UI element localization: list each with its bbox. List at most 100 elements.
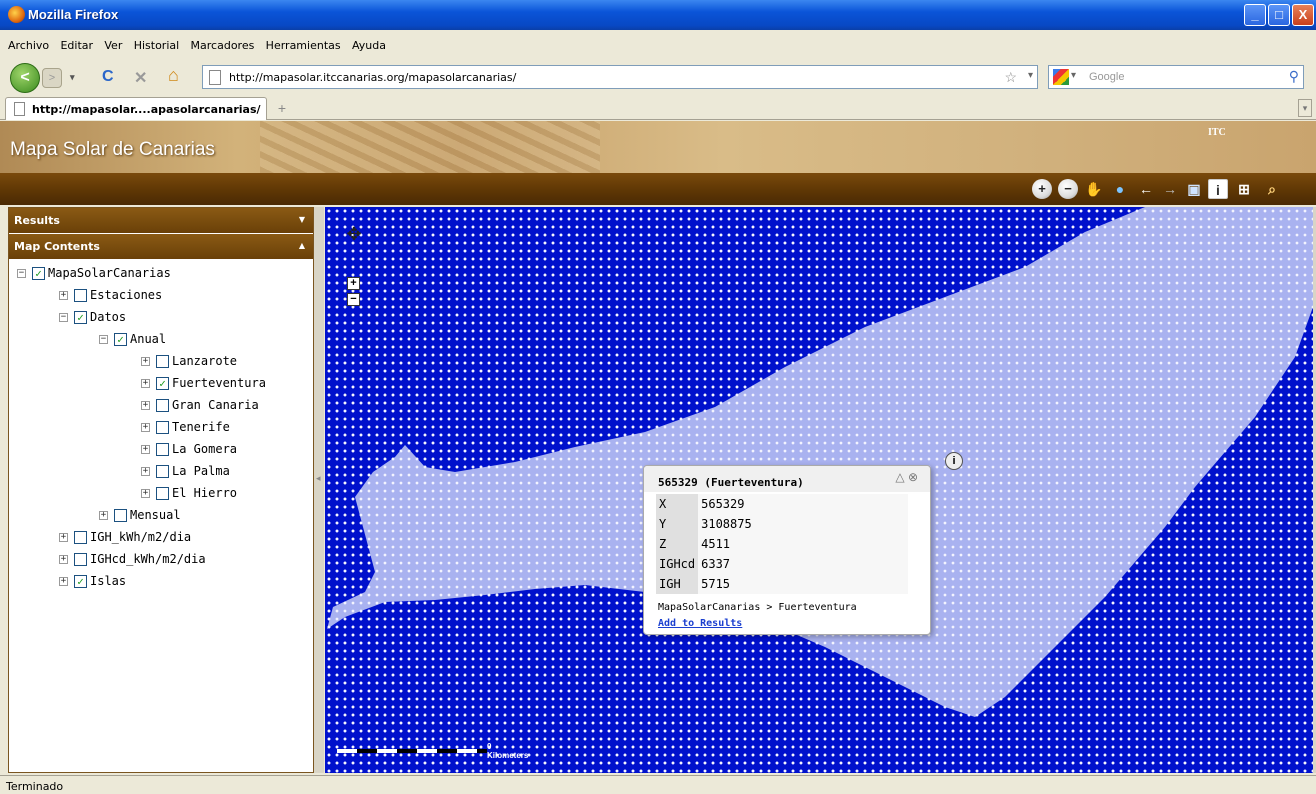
close-button[interactable]: X <box>1292 4 1314 26</box>
expand-node-icon[interactable]: + <box>141 423 150 432</box>
layer-label[interactable]: IGH_kWh/m2/dia <box>90 530 191 544</box>
layer-label[interactable]: Anual <box>130 332 166 346</box>
menu-herramientas[interactable]: Herramientas <box>266 39 341 52</box>
layer-checkbox[interactable]: ✓ <box>114 333 127 346</box>
map-zoom-in-button[interactable]: + <box>347 277 360 290</box>
layer-checkbox[interactable] <box>156 443 169 456</box>
expand-node-icon[interactable]: + <box>59 533 68 542</box>
expand-node-icon[interactable]: + <box>59 555 68 564</box>
map-zoom-out-button[interactable]: − <box>347 293 360 306</box>
menu-historial[interactable]: Historial <box>134 39 179 52</box>
layer-label[interactable]: Tenerife <box>172 420 230 434</box>
back-button[interactable]: < <box>10 63 40 93</box>
menu-ayuda[interactable]: Ayuda <box>352 39 386 52</box>
expand-node-icon[interactable]: + <box>99 511 108 520</box>
forward-button[interactable]: > <box>42 68 62 88</box>
menu-archivo[interactable]: Archivo <box>8 39 49 52</box>
measure-tool-icon[interactable]: ⊞ <box>1234 179 1254 199</box>
url-text[interactable]: http://mapasolar.itccanarias.org/mapasol… <box>229 71 516 84</box>
identify-tool-icon[interactable]: i <box>1208 179 1228 199</box>
search-box[interactable]: ▾ Google ⚲ <box>1048 65 1304 89</box>
splitter-grip-icon[interactable]: ◂ <box>316 473 321 484</box>
results-panel-header[interactable]: Results ▼ <box>9 208 313 233</box>
expand-node-icon[interactable]: + <box>141 467 150 476</box>
bookmark-star-icon[interactable]: ☆ <box>1004 69 1017 86</box>
google-icon[interactable] <box>1053 69 1069 85</box>
add-to-results-link[interactable]: Add to Results <box>658 618 742 629</box>
home-icon[interactable]: ⌂ <box>168 65 179 86</box>
expand-node-icon[interactable]: + <box>141 489 150 498</box>
info-pin-icon[interactable]: i <box>945 452 963 470</box>
zoom-in-tool-icon[interactable]: + <box>1032 179 1052 199</box>
menu-ver[interactable]: Ver <box>104 39 122 52</box>
collapse-node-icon[interactable]: − <box>17 269 26 278</box>
expand-node-icon[interactable]: + <box>59 577 68 586</box>
tab-title[interactable]: http://mapasolar....apasolarcanarias/ <box>32 103 261 116</box>
layer-label[interactable]: Fuerteventura <box>172 376 266 390</box>
search-icon[interactable]: ⚲ <box>1289 68 1299 85</box>
tab-list-button[interactable]: ▾ <box>1298 99 1312 117</box>
expand-node-icon[interactable]: + <box>141 379 150 388</box>
layer-checkbox[interactable]: ✓ <box>74 311 87 324</box>
full-extent-icon[interactable]: ● <box>1110 179 1130 199</box>
map-contents-collapse-icon[interactable]: ▲ <box>299 241 305 250</box>
history-dropdown-icon[interactable]: ▾ <box>70 72 75 83</box>
expand-node-icon[interactable]: + <box>141 357 150 366</box>
layer-checkbox[interactable] <box>114 509 127 522</box>
reload-icon[interactable]: C <box>102 68 114 86</box>
popup-close-icon[interactable]: ⊗ <box>908 470 918 484</box>
stop-icon[interactable]: ✕ <box>134 68 147 88</box>
minimize-button[interactable]: _ <box>1244 4 1266 26</box>
map-view[interactable]: ✥ + − 0 Kilometers i 565329 (Fuerteventu… <box>325 207 1313 773</box>
layer-checkbox[interactable] <box>156 355 169 368</box>
url-bar[interactable]: http://mapasolar.itccanarias.org/mapasol… <box>202 65 1038 89</box>
layer-checkbox[interactable]: ✓ <box>74 575 87 588</box>
layers-icon[interactable]: ▣ <box>1184 179 1204 199</box>
collapse-node-icon[interactable]: − <box>59 313 68 322</box>
popup-collapse-icon[interactable]: △ <box>895 470 904 484</box>
zoom-out-tool-icon[interactable]: − <box>1058 179 1078 199</box>
expand-node-icon[interactable]: + <box>141 445 150 454</box>
menu-editar[interactable]: Editar <box>60 39 93 52</box>
search-placeholder[interactable]: Google <box>1089 71 1124 83</box>
overview-map-icon[interactable]: ⌕ <box>1262 179 1282 199</box>
menu-marcadores[interactable]: Marcadores <box>191 39 255 52</box>
layer-label[interactable]: La Palma <box>172 464 230 478</box>
maximize-button[interactable]: □ <box>1268 4 1290 26</box>
layer-checkbox[interactable]: ✓ <box>32 267 45 280</box>
pan-tool-icon[interactable]: ✋ <box>1084 179 1104 199</box>
tab-active[interactable]: http://mapasolar....apasolarcanarias/ <box>5 97 267 120</box>
layer-checkbox[interactable]: ✓ <box>156 377 169 390</box>
layer-label[interactable]: Islas <box>90 574 126 588</box>
new-tab-button[interactable]: + <box>272 100 292 118</box>
compass-rose-icon[interactable]: ✥ <box>343 223 365 245</box>
next-extent-icon[interactable]: → <box>1160 179 1180 199</box>
results-collapse-icon[interactable]: ▼ <box>299 215 305 224</box>
previous-extent-icon[interactable]: ← <box>1136 179 1156 199</box>
layer-checkbox[interactable] <box>74 289 87 302</box>
expand-node-icon[interactable]: + <box>59 291 68 300</box>
layer-label[interactable]: Gran Canaria <box>172 398 259 412</box>
url-dropdown-icon[interactable]: ▾ <box>1028 70 1033 81</box>
collapse-node-icon[interactable]: − <box>99 335 108 344</box>
layer-label[interactable]: Estaciones <box>90 288 162 302</box>
map-contents-header[interactable]: Map Contents ▲ <box>9 234 313 259</box>
layer-checkbox[interactable] <box>156 399 169 412</box>
layer-label[interactable]: Lanzarote <box>172 354 237 368</box>
expand-node-icon[interactable]: + <box>141 401 150 410</box>
layer-checkbox[interactable] <box>74 553 87 566</box>
layer-label[interactable]: El Hierro <box>172 486 237 500</box>
layer-checkbox[interactable] <box>156 421 169 434</box>
layer-label[interactable]: Datos <box>90 310 126 324</box>
layer-label[interactable]: IGHcd_kWh/m2/dia <box>90 552 206 566</box>
layer-label[interactable]: MapaSolarCanarias <box>48 266 171 280</box>
tab-bar: http://mapasolar....apasolarcanarias/ + … <box>0 96 1316 120</box>
layer-label[interactable]: Mensual <box>130 508 181 522</box>
panel-splitter[interactable]: ◂ <box>314 207 324 773</box>
map-toolbar: + − ✋ ● ← → ▣ i ⊞ ⌕ <box>0 173 1316 205</box>
search-engine-dropdown-icon[interactable]: ▾ <box>1071 70 1076 81</box>
layer-checkbox[interactable] <box>156 487 169 500</box>
layer-checkbox[interactable] <box>74 531 87 544</box>
layer-label[interactable]: La Gomera <box>172 442 237 456</box>
layer-checkbox[interactable] <box>156 465 169 478</box>
